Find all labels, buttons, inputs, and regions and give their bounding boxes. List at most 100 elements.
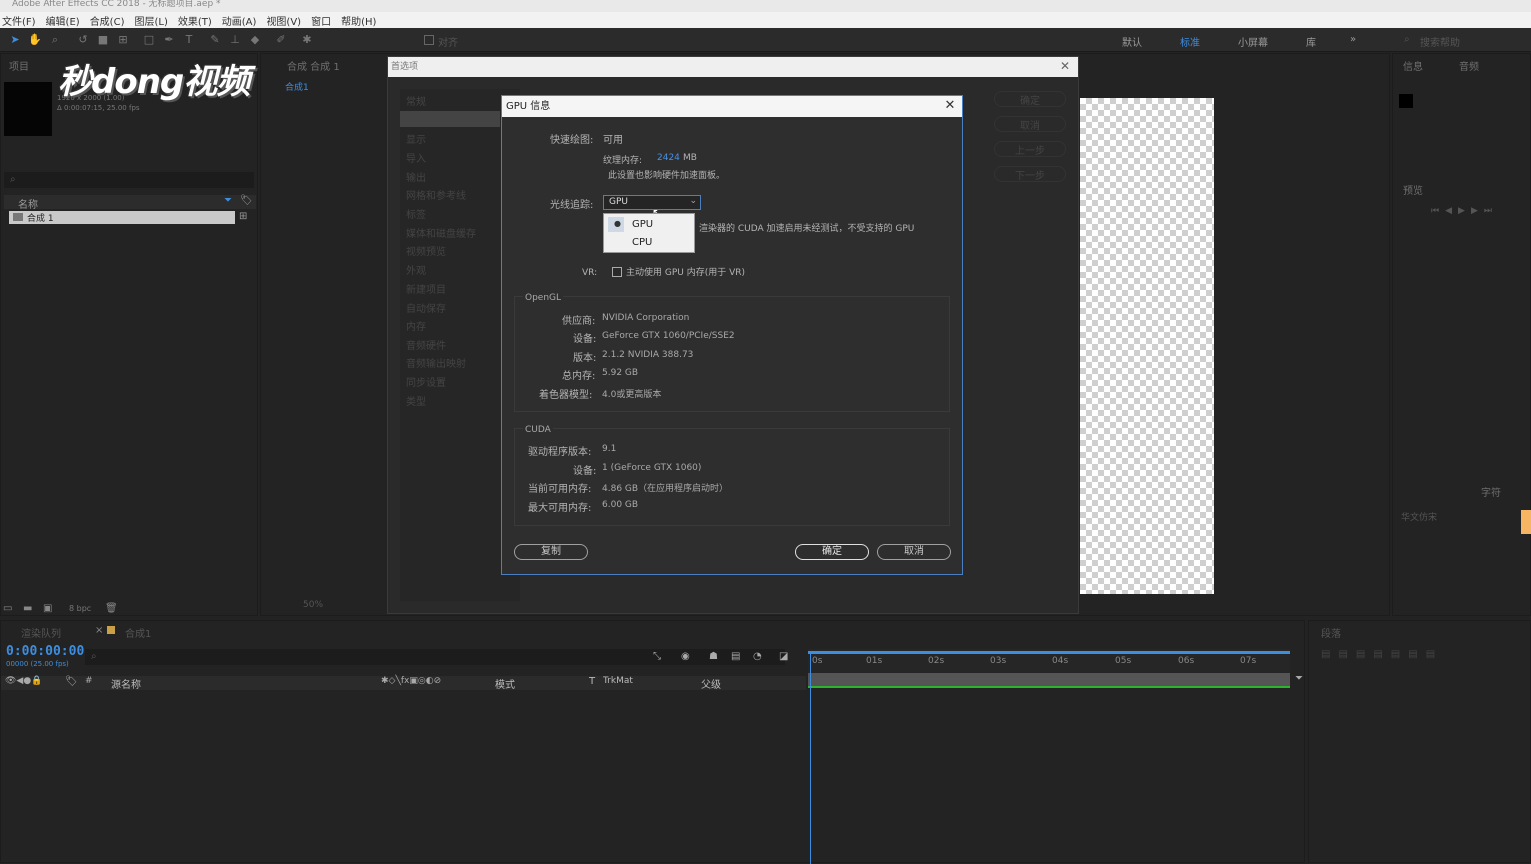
align-checkbox[interactable] — [424, 35, 434, 45]
menu-composition[interactable]: 合成(C) — [90, 13, 125, 28]
preview-tab[interactable]: 预览 — [1403, 182, 1423, 197]
prefs-ok-button[interactable]: 确定 — [994, 91, 1066, 107]
pen-tool-icon[interactable]: ✒ — [162, 33, 176, 47]
column-source-name[interactable]: 源名称 — [111, 676, 141, 691]
category-auto-save[interactable]: 自动保存 — [406, 300, 446, 315]
selection-tool-icon[interactable]: ➤ — [8, 33, 22, 47]
paragraph-align-icons[interactable]: ▤▤▤▤▤▤▤ — [1321, 649, 1443, 660]
prefs-cancel-button[interactable]: 取消 — [994, 116, 1066, 132]
cancel-button[interactable]: 取消 — [877, 544, 951, 560]
shy-layers-icon[interactable]: ☗ — [709, 651, 718, 662]
font-family-select[interactable]: 华文仿宋 — [1401, 510, 1437, 523]
workspace-standard[interactable]: 标准 — [1180, 34, 1200, 49]
zoom-tool-icon[interactable]: ⌕ — [48, 33, 62, 47]
menu-file[interactable]: 文件(F) — [2, 13, 36, 28]
interpret-footage-icon[interactable]: ▭ — [3, 603, 12, 614]
copy-button[interactable]: 复制 — [514, 544, 588, 560]
hand-tool-icon[interactable]: ✋ — [28, 33, 42, 47]
layer-duration-bar[interactable] — [808, 673, 1290, 687]
info-tab[interactable]: 信息 — [1403, 58, 1423, 73]
close-tab-icon[interactable]: × — [95, 625, 103, 636]
new-comp-icon[interactable]: ▣ — [43, 603, 52, 614]
raytracer-option-gpu[interactable]: GPU — [632, 219, 653, 230]
chevron-right-icon[interactable]: » — [1350, 34, 1356, 45]
category-new-project[interactable]: 新建项目 — [406, 281, 446, 296]
category-memory[interactable]: 内存 — [406, 318, 426, 333]
current-timecode[interactable]: 0:00:00:00 — [6, 644, 84, 659]
category-grids[interactable]: 网格和参考线 — [406, 187, 466, 202]
project-search-input[interactable]: ⌕ — [4, 172, 254, 188]
roto-brush-tool-icon[interactable]: ✐ — [274, 33, 288, 47]
workspace-library[interactable]: 库 — [1306, 34, 1316, 49]
category-labels[interactable]: 标签 — [406, 206, 426, 221]
brush-tool-icon[interactable]: ✎ — [208, 33, 222, 47]
category-selected[interactable] — [400, 111, 500, 127]
motion-blur-icon[interactable]: ◔ — [753, 651, 762, 662]
category-audio-output[interactable]: 音频输出映射 — [406, 355, 466, 370]
composition-tab[interactable]: 合成 合成 1 — [287, 58, 340, 73]
help-search-input[interactable]: 搜索帮助 — [1420, 34, 1460, 49]
render-queue-tab[interactable]: 渲染队列 — [21, 625, 61, 640]
av-switches-icon[interactable]: 👁◀●🔒 — [5, 676, 42, 686]
comp-marker-icon[interactable]: ⏷ — [1295, 673, 1303, 684]
vr-checkbox[interactable] — [612, 267, 622, 277]
prefs-next-button[interactable]: 下一步 — [994, 166, 1066, 182]
type-tool-icon[interactable]: T — [182, 33, 196, 47]
menu-effect[interactable]: 效果(T) — [178, 13, 212, 28]
category-display[interactable]: 显示 — [406, 131, 426, 146]
layer-switches-icon[interactable]: ✱◇╲fx▣◎◐⊘ — [381, 676, 441, 686]
comp-flow-label[interactable]: 合成1 — [285, 80, 309, 93]
character-tab[interactable]: 字符 — [1481, 484, 1501, 499]
comp-timeline-tab[interactable]: 合成1 — [125, 625, 151, 640]
category-video-preview[interactable]: 视频预览 — [406, 243, 446, 258]
puppet-tool-icon[interactable]: ✱ — [300, 33, 314, 47]
column-parent[interactable]: 父级 — [701, 676, 721, 691]
workspace-default[interactable]: 默认 — [1122, 34, 1142, 49]
work-area-bar[interactable] — [808, 651, 1290, 654]
category-audio-hardware[interactable]: 音频硬件 — [406, 337, 446, 352]
label-tag-icon[interactable]: 🏷 — [240, 195, 253, 206]
sort-down-icon[interactable]: ⏷ — [224, 195, 232, 206]
new-folder-icon[interactable]: ▬ — [23, 603, 32, 614]
audio-tab[interactable]: 音频 — [1459, 58, 1479, 73]
column-t[interactable]: T — [589, 676, 595, 687]
zoom-level[interactable]: 50% — [303, 600, 323, 610]
prefs-previous-button[interactable]: 上一步 — [994, 141, 1066, 157]
trash-icon[interactable]: 🗑 — [105, 603, 118, 614]
menu-layer[interactable]: 图层(L) — [134, 13, 167, 28]
label-tag-icon[interactable]: 🏷 — [65, 676, 78, 687]
flowchart-icon[interactable]: ⊞ — [239, 211, 247, 222]
category-type[interactable]: 类型 — [406, 393, 426, 408]
comp-mini-flowchart-icon[interactable]: ⤡ — [653, 651, 661, 662]
rotate-tool-icon[interactable]: ↺ — [76, 33, 90, 47]
ok-button[interactable]: 确定 — [795, 544, 869, 560]
column-trkmat[interactable]: TrkMat — [603, 676, 633, 686]
frame-blending-icon[interactable]: ▤ — [731, 651, 740, 662]
menu-view[interactable]: 视图(V) — [266, 13, 301, 28]
rectangle-tool-icon[interactable]: □ — [142, 33, 156, 47]
menu-edit[interactable]: 编辑(E) — [46, 13, 80, 28]
texture-memory-input[interactable]: 2424 — [657, 153, 680, 163]
fill-color-swatch[interactable] — [1521, 510, 1531, 534]
workspace-small-screen[interactable]: 小屏幕 — [1238, 34, 1268, 49]
composition-canvas[interactable] — [1080, 98, 1214, 594]
category-sync[interactable]: 同步设置 — [406, 374, 446, 389]
paragraph-tab[interactable]: 段落 — [1321, 625, 1341, 640]
category-output[interactable]: 输出 — [406, 169, 426, 184]
playback-controls-icon[interactable]: ⏮◀▶▶⏭ — [1431, 206, 1498, 216]
category-import[interactable]: 导入 — [406, 150, 426, 165]
category-media-cache[interactable]: 媒体和磁盘缓存 — [406, 225, 476, 240]
category-general[interactable]: 常规 — [406, 93, 426, 108]
close-icon[interactable]: ✕ — [1060, 59, 1070, 73]
menu-window[interactable]: 窗口 — [311, 13, 331, 28]
pan-behind-tool-icon[interactable]: ⊞ — [116, 33, 130, 47]
menu-help[interactable]: 帮助(H) — [341, 13, 376, 28]
bit-depth[interactable]: 8 bpc — [69, 604, 91, 613]
menu-animation[interactable]: 动画(A) — [222, 13, 257, 28]
raytracer-option-cpu[interactable]: CPU — [632, 237, 652, 248]
current-time-indicator[interactable] — [810, 651, 811, 864]
column-mode[interactable]: 模式 — [495, 676, 515, 691]
camera-tool-icon[interactable]: ■ — [96, 33, 110, 47]
project-tab[interactable]: 项目 — [9, 58, 29, 73]
category-appearance[interactable]: 外观 — [406, 262, 426, 277]
